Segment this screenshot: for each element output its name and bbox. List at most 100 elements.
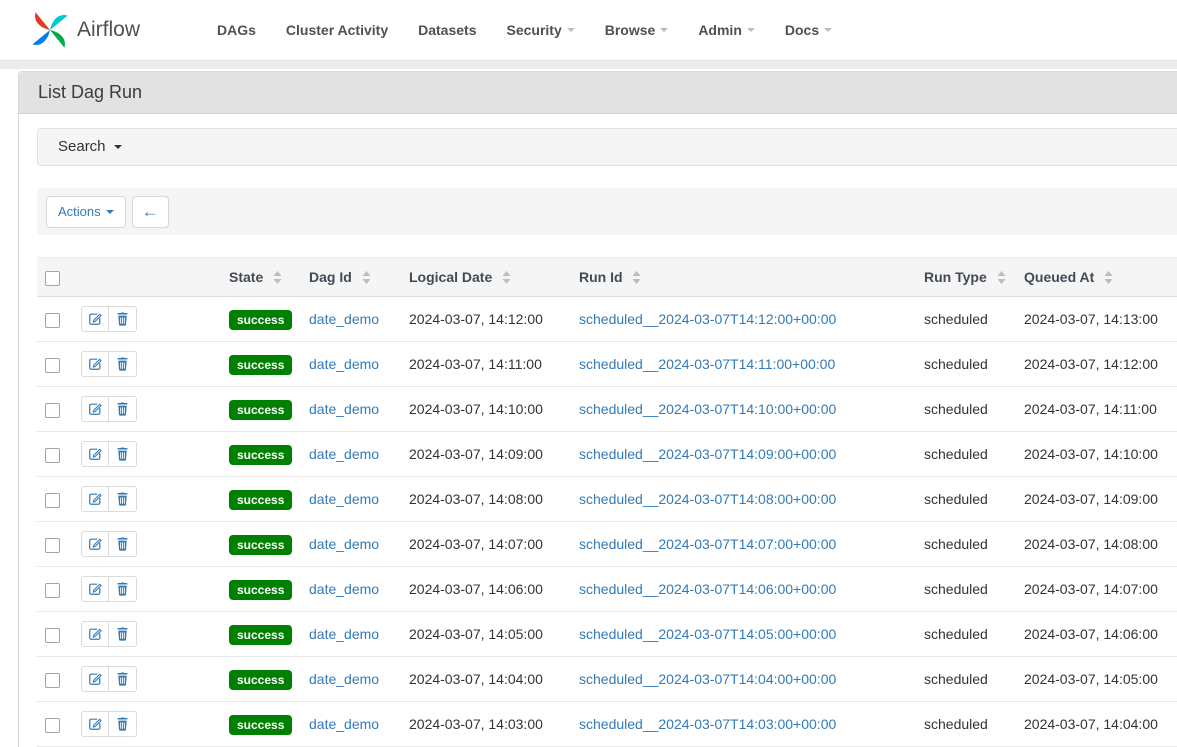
nav-item-security[interactable]: Security (491, 0, 589, 60)
edit-record-button[interactable] (81, 306, 109, 332)
navbar-menu: DAGs Cluster Activity Datasets Security … (202, 0, 847, 60)
dag-id-link[interactable]: date_demo (309, 716, 379, 732)
queued-at-cell: 2024-03-07, 14:10:00 (1016, 432, 1177, 477)
sort-icon (1104, 271, 1113, 284)
delete-record-button[interactable] (109, 531, 137, 557)
row-select-cell (37, 387, 73, 432)
run-id-link[interactable]: scheduled__2024-03-07T14:11:00+00:00 (579, 356, 835, 372)
select-all-checkbox[interactable] (45, 271, 60, 286)
status-badge: success (229, 490, 292, 510)
run-id-link[interactable]: scheduled__2024-03-07T14:08:00+00:00 (579, 491, 836, 507)
page-title: List Dag Run (19, 72, 1177, 114)
status-badge: success (229, 310, 292, 330)
dag-id-link[interactable]: date_demo (309, 401, 379, 417)
delete-record-button[interactable] (109, 711, 137, 737)
nav-item-cluster-activity[interactable]: Cluster Activity (271, 0, 403, 60)
row-checkbox[interactable] (45, 628, 60, 643)
delete-record-button[interactable] (109, 351, 137, 377)
edit-record-button[interactable] (81, 621, 109, 647)
back-button[interactable]: ← (132, 196, 169, 228)
run-id-link[interactable]: scheduled__2024-03-07T14:10:00+00:00 (579, 401, 836, 417)
delete-record-button[interactable] (109, 621, 137, 647)
airflow-brand[interactable]: Airflow (30, 10, 140, 50)
run-id-link[interactable]: scheduled__2024-03-07T14:06:00+00:00 (579, 581, 836, 597)
row-select-cell (37, 567, 73, 612)
edit-record-button[interactable] (81, 441, 109, 467)
row-actions-cell (73, 702, 221, 747)
dag-id-link[interactable]: date_demo (309, 536, 379, 552)
row-checkbox[interactable] (45, 313, 60, 328)
logical-date-cell: 2024-03-07, 14:04:00 (401, 657, 571, 702)
row-checkbox[interactable] (45, 493, 60, 508)
dag-id-link[interactable]: date_demo (309, 446, 379, 462)
row-select-cell (37, 477, 73, 522)
delete-record-button[interactable] (109, 666, 137, 692)
nav-item-datasets[interactable]: Datasets (403, 0, 491, 60)
run-id-link[interactable]: scheduled__2024-03-07T14:09:00+00:00 (579, 446, 836, 462)
panel-body: Search Actions ← (19, 114, 1177, 747)
actions-toolbar: Actions ← (37, 188, 1177, 235)
run-type-cell: scheduled (916, 522, 1016, 567)
edit-record-button[interactable] (81, 576, 109, 602)
delete-record-button[interactable] (109, 576, 137, 602)
run-id-link[interactable]: scheduled__2024-03-07T14:12:00+00:00 (579, 311, 836, 327)
delete-record-button[interactable] (109, 396, 137, 422)
chevron-down-icon (660, 28, 668, 32)
run-id-link[interactable]: scheduled__2024-03-07T14:03:00+00:00 (579, 716, 836, 732)
edit-pencil-icon (88, 402, 102, 416)
state-cell: success (221, 567, 301, 612)
dag-id-link[interactable]: date_demo (309, 356, 379, 372)
run-id-link[interactable]: scheduled__2024-03-07T14:07:00+00:00 (579, 536, 836, 552)
dag-id-link[interactable]: date_demo (309, 311, 379, 327)
queued-at-cell: 2024-03-07, 14:09:00 (1016, 477, 1177, 522)
nav-item-dags[interactable]: DAGs (202, 0, 271, 60)
row-select-cell (37, 657, 73, 702)
trash-icon (116, 717, 129, 731)
edit-record-button[interactable] (81, 711, 109, 737)
select-all-header (37, 258, 73, 297)
column-header-run-type[interactable]: Run Type (916, 258, 1016, 297)
edit-record-button[interactable] (81, 531, 109, 557)
navbar: Airflow DAGs Cluster Activity Datasets S… (0, 0, 1177, 60)
trash-icon (116, 312, 129, 326)
edit-pencil-icon (88, 312, 102, 326)
column-header-queued-at[interactable]: Queued At (1016, 258, 1177, 297)
nav-item-docs[interactable]: Docs (770, 0, 847, 60)
run-type-cell: scheduled (916, 567, 1016, 612)
run-id-cell: scheduled__2024-03-07T14:11:00+00:00 (571, 342, 916, 387)
state-cell: success (221, 342, 301, 387)
nav-item-browse[interactable]: Browse (590, 0, 684, 60)
search-dropdown[interactable]: Search (37, 128, 1177, 166)
queued-at-cell: 2024-03-07, 14:04:00 (1016, 702, 1177, 747)
nav-item-label: Admin (698, 0, 742, 60)
row-checkbox[interactable] (45, 403, 60, 418)
edit-record-button[interactable] (81, 666, 109, 692)
row-checkbox[interactable] (45, 538, 60, 553)
dag-id-link[interactable]: date_demo (309, 491, 379, 507)
table-row: success date_demo 2024-03-07, 14:06:00 s… (37, 567, 1177, 612)
delete-record-button[interactable] (109, 441, 137, 467)
row-checkbox[interactable] (45, 583, 60, 598)
run-id-link[interactable]: scheduled__2024-03-07T14:05:00+00:00 (579, 626, 836, 642)
dag-id-link[interactable]: date_demo (309, 581, 379, 597)
delete-record-button[interactable] (109, 486, 137, 512)
dag-id-link[interactable]: date_demo (309, 626, 379, 642)
column-header-dag-id[interactable]: Dag Id (301, 258, 401, 297)
row-checkbox[interactable] (45, 358, 60, 373)
edit-record-button[interactable] (81, 351, 109, 377)
actions-button[interactable]: Actions (46, 196, 126, 228)
edit-record-button[interactable] (81, 396, 109, 422)
trash-icon (116, 447, 129, 461)
delete-record-button[interactable] (109, 306, 137, 332)
row-checkbox[interactable] (45, 718, 60, 733)
status-badge: success (229, 715, 292, 735)
run-id-cell: scheduled__2024-03-07T14:04:00+00:00 (571, 657, 916, 702)
row-checkbox[interactable] (45, 448, 60, 463)
column-header-logical-date[interactable]: Logical Date (401, 258, 571, 297)
column-header-run-id[interactable]: Run Id (571, 258, 916, 297)
nav-item-admin[interactable]: Admin (683, 0, 770, 60)
back-arrow-icon: ← (142, 203, 159, 220)
row-checkbox[interactable] (45, 673, 60, 688)
column-header-state[interactable]: State (221, 258, 301, 297)
edit-record-button[interactable] (81, 486, 109, 512)
